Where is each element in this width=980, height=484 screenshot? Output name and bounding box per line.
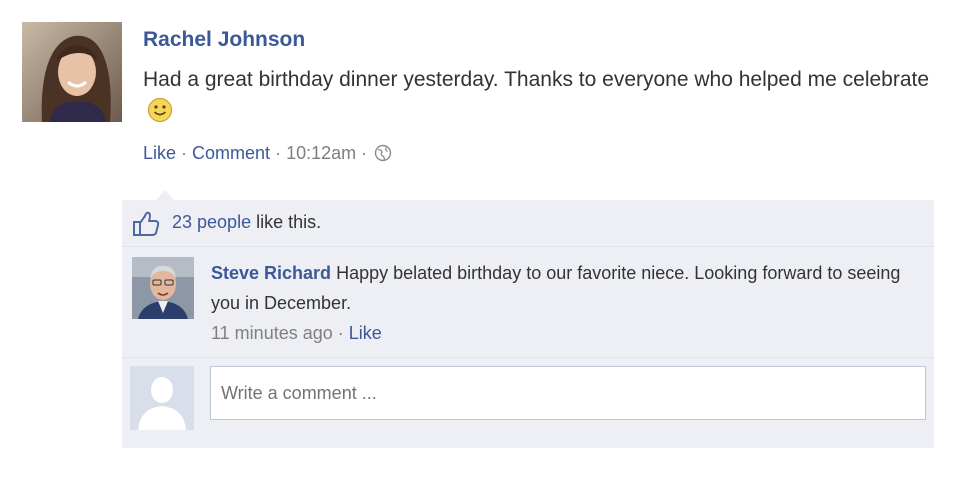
separator: · — [270, 143, 287, 163]
feedback-panel: 23 people like this. Steve Richard Happy… — [122, 200, 934, 448]
author-avatar[interactable] — [22, 22, 122, 122]
separator: · — [176, 143, 193, 163]
separator: · — [332, 323, 349, 343]
profile-photo — [132, 257, 194, 319]
comment-composer — [122, 358, 934, 448]
comment-input[interactable] — [210, 366, 926, 420]
feedback-caret — [156, 190, 174, 200]
commenter-name[interactable]: Steve Richard — [211, 263, 331, 283]
comment-timestamp[interactable]: 11 minutes ago — [211, 323, 333, 343]
comment-like-link[interactable]: Like — [349, 323, 382, 343]
default-avatar-icon — [130, 366, 194, 430]
comment-meta: 11 minutes ago · Like — [211, 323, 382, 343]
likes-summary: 23 people like this. — [122, 200, 934, 247]
likes-suffix: like this. — [251, 212, 322, 232]
commenter-avatar[interactable] — [132, 257, 194, 319]
thumbs-up-icon — [132, 211, 160, 242]
status-post: Rachel Johnson Had a great birthday dinn… — [0, 0, 980, 484]
separator: · — [356, 143, 373, 163]
comment-item: Steve Richard Happy belated birthday to … — [122, 247, 934, 358]
post-actions: Like · Comment · 10:12am · — [143, 143, 392, 167]
comment-link[interactable]: Comment — [192, 143, 270, 163]
likes-text: 23 people like this. — [172, 212, 321, 233]
globe-icon[interactable] — [374, 144, 392, 167]
like-link[interactable]: Like — [143, 143, 176, 163]
likers-link[interactable]: 23 people — [172, 212, 251, 232]
post-message-text: Had a great birthday dinner yesterday. T… — [143, 68, 930, 91]
comment-body: Steve Richard Happy belated birthday to … — [211, 258, 911, 348]
post-author-name[interactable]: Rachel Johnson — [143, 28, 305, 52]
smiley-emoji-icon — [147, 97, 173, 133]
post-timestamp[interactable]: 10:12am — [286, 143, 356, 163]
profile-photo — [22, 22, 122, 122]
post-message: Had a great birthday dinner yesterday. T… — [143, 64, 933, 133]
